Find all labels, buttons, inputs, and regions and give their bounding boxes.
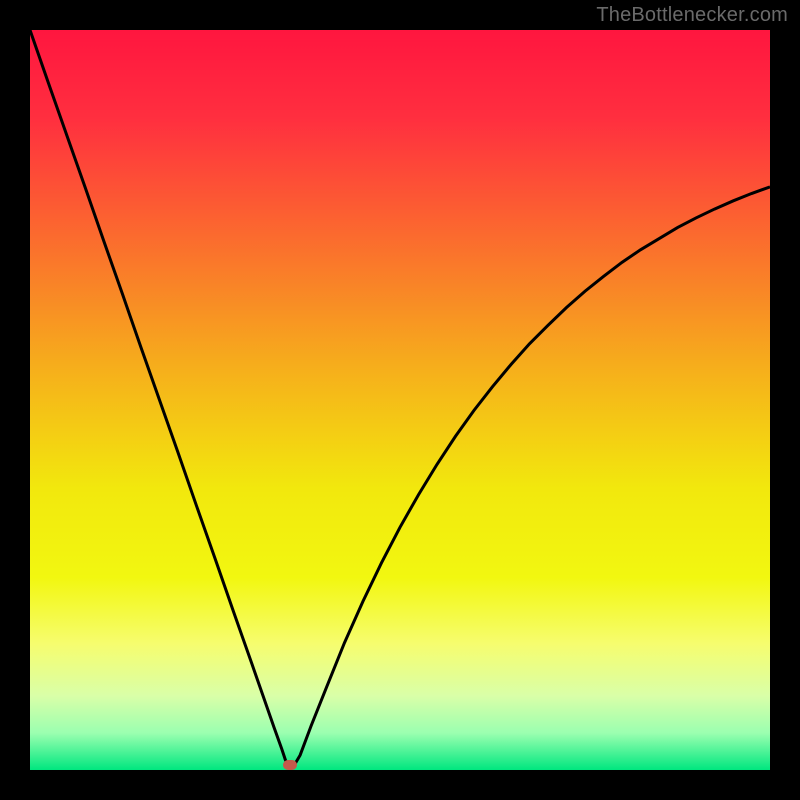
watermark-text: TheBottlenecker.com: [596, 4, 788, 27]
bottleneck-curve: [30, 30, 770, 768]
plot-area: [30, 30, 770, 770]
optimal-point-marker: [283, 760, 297, 770]
chart-frame: TheBottlenecker.com: [0, 0, 800, 800]
curve-layer: [30, 30, 770, 770]
